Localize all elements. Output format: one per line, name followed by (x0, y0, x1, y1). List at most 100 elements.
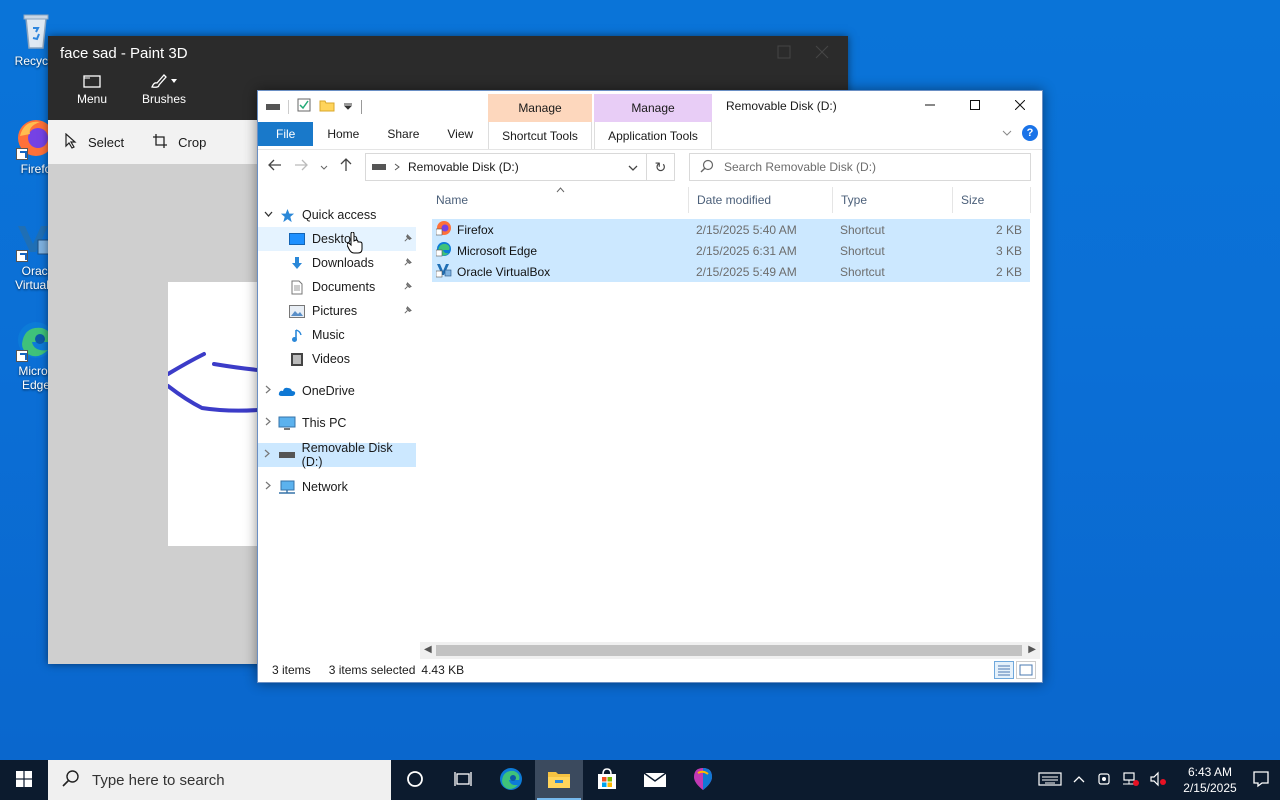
tab-home[interactable]: Home (313, 122, 373, 146)
network-status-icon[interactable] (1122, 771, 1140, 790)
taskbar-mail-button[interactable] (631, 760, 679, 800)
drive-icon (372, 160, 386, 174)
select-tool[interactable]: Select (64, 132, 124, 152)
search-box[interactable]: Search Removable Disk (D:) (689, 153, 1031, 181)
taskbar-paint3d-button[interactable] (679, 760, 727, 800)
help-icon[interactable]: ? (1022, 125, 1038, 141)
manage-tab[interactable]: Manage (488, 94, 592, 122)
expand-ribbon-icon[interactable] (1002, 126, 1012, 140)
clock-date: 2/15/2025 (1183, 781, 1237, 795)
system-tray: 6:43 AM 2/15/2025 (1038, 760, 1280, 800)
maximize-button[interactable] (952, 91, 997, 121)
nav-onedrive[interactable]: OneDrive (258, 379, 416, 403)
meet-now-icon[interactable] (1096, 771, 1112, 790)
taskbar-search-placeholder: Type here to search (92, 771, 225, 789)
back-arrow-icon (268, 159, 281, 171)
task-view-button[interactable] (439, 760, 487, 800)
horizontal-scrollbar[interactable]: ◀ ▶ (420, 642, 1040, 659)
close-button[interactable] (997, 91, 1042, 121)
details-view-button[interactable] (994, 661, 1014, 679)
taskbar: Type here to search 6:43 AM 2/15/2025 (0, 760, 1280, 800)
crop-tool[interactable]: Crop (152, 133, 206, 152)
explorer-titlebar: Manage Shortcut Tools Manage Application… (258, 91, 1042, 150)
file-row[interactable]: Oracle VirtualBox 2/15/2025 5:49 AM Shor… (432, 261, 1030, 282)
nav-label: Quick access (302, 208, 377, 222)
new-folder-icon[interactable] (319, 98, 335, 115)
nav-this-pc[interactable]: This PC (258, 411, 416, 435)
address-bar[interactable]: Removable Disk (D:) ↻ (365, 153, 675, 181)
nav-music[interactable]: Music (258, 323, 416, 347)
address-dropdown-icon[interactable] (628, 161, 638, 175)
minimize-button[interactable] (907, 91, 952, 121)
nav-quick-access[interactable]: Quick access (258, 203, 416, 227)
nav-removable-disk[interactable]: Removable Disk (D:) (258, 441, 416, 469)
hand-cursor-icon (347, 232, 363, 254)
nav-downloads[interactable]: Downloads (258, 251, 416, 275)
scrollbar-thumb[interactable] (436, 645, 1022, 656)
paint3d-canvas[interactable] (166, 282, 260, 546)
file-date: 2/15/2025 5:40 AM (696, 222, 797, 237)
volume-muted-icon[interactable] (1150, 771, 1168, 790)
search-icon (700, 159, 714, 176)
file-name: Firefox (457, 222, 494, 237)
forward-button[interactable] (294, 159, 308, 174)
manage-tab[interactable]: Manage (594, 94, 712, 122)
brushes-button[interactable]: Brushes (138, 70, 190, 118)
refresh-button[interactable]: ↻ (646, 154, 674, 180)
document-icon (288, 279, 306, 295)
taskbar-store-button[interactable] (583, 760, 631, 800)
expand-chevron-icon[interactable] (258, 481, 278, 493)
qat-dropdown-icon[interactable] (343, 100, 353, 114)
mail-icon (643, 770, 667, 791)
nav-desktop[interactable]: Desktop (258, 227, 416, 251)
file-row[interactable]: Firefox 2/15/2025 5:40 AM Shortcut 2 KB (432, 219, 1030, 240)
nav-videos[interactable]: Videos (258, 347, 416, 371)
expand-chevron-icon[interactable] (258, 385, 278, 397)
nav-pictures[interactable]: Pictures (258, 299, 416, 323)
expand-chevron-icon[interactable] (258, 449, 278, 461)
breadcrumb-location[interactable]: Removable Disk (D:) (408, 160, 519, 174)
application-tools-context[interactable]: Manage Application Tools (594, 94, 712, 150)
tab-share[interactable]: Share (373, 122, 433, 146)
nav-label: OneDrive (302, 384, 355, 398)
shortcut-tools-label: Shortcut Tools (488, 122, 592, 150)
separator (288, 99, 289, 114)
taskbar-search-box[interactable]: Type here to search (48, 760, 391, 800)
taskbar-edge-button[interactable] (487, 760, 535, 800)
recent-locations-button[interactable] (320, 160, 328, 174)
back-button[interactable] (268, 159, 282, 174)
scroll-left-icon[interactable]: ◀ (424, 644, 432, 655)
file-row[interactable]: Microsoft Edge 2/15/2025 6:31 AM Shortcu… (432, 240, 1030, 261)
collapse-chevron-icon[interactable] (258, 210, 278, 221)
file-name: Oracle VirtualBox (457, 264, 551, 279)
menu-button[interactable]: Menu (66, 70, 118, 118)
up-button[interactable] (340, 158, 352, 175)
clock[interactable]: 6:43 AM 2/15/2025 (1178, 764, 1242, 796)
music-icon (288, 327, 306, 343)
nav-network[interactable]: Network (258, 475, 416, 499)
column-header-date[interactable]: Date modified (689, 187, 833, 213)
tab-file[interactable]: File (258, 122, 314, 146)
column-header-size[interactable]: Size (953, 187, 1031, 213)
large-icons-view-button[interactable] (1016, 661, 1036, 679)
cortana-button[interactable] (391, 760, 439, 800)
scroll-right-icon[interactable]: ▶ (1028, 644, 1036, 655)
start-button[interactable] (0, 760, 48, 800)
file-list: Name Date modified Type Size Firefox 2/1… (428, 187, 1032, 647)
column-header-type[interactable]: Type (833, 187, 953, 213)
chevron-up-icon[interactable] (1072, 773, 1086, 787)
file-explorer-window[interactable]: Manage Shortcut Tools Manage Application… (257, 90, 1043, 683)
notifications-icon[interactable] (1252, 770, 1270, 791)
column-header-name[interactable]: Name (428, 187, 689, 213)
nav-documents[interactable]: Documents (258, 275, 416, 299)
drawing-strokes (166, 352, 260, 413)
navigation-bar: Removable Disk (D:) ↻ Search Removable D… (258, 149, 1042, 183)
video-icon (288, 351, 306, 367)
properties-icon[interactable] (297, 98, 311, 115)
shortcut-tools-context[interactable]: Manage Shortcut Tools (488, 94, 592, 150)
selected-count: 3 items selected (328, 663, 416, 677)
expand-chevron-icon[interactable] (258, 417, 278, 429)
tab-view[interactable]: View (433, 122, 487, 146)
keyboard-icon[interactable] (1038, 771, 1062, 790)
taskbar-file-explorer-button[interactable] (535, 760, 583, 800)
